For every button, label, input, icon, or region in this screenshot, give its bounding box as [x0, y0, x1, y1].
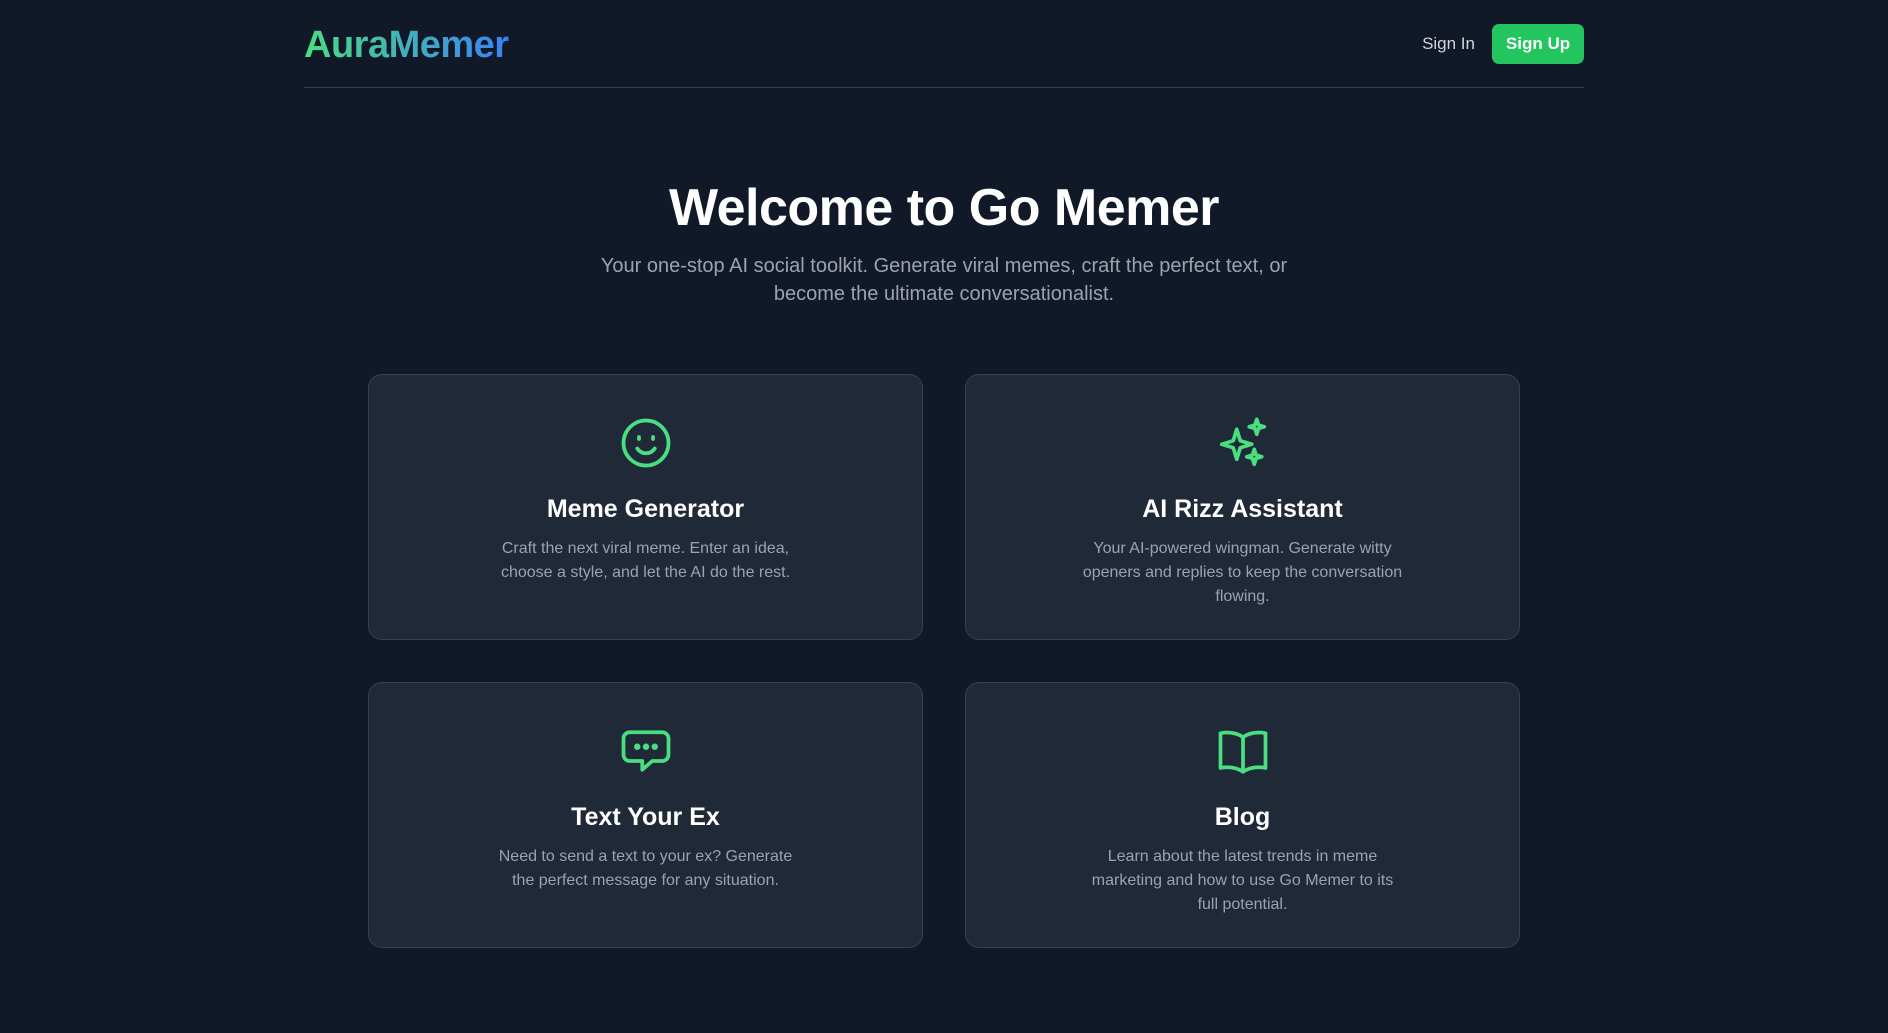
card-description: Your AI-powered wingman. Generate witty … [1082, 540, 1403, 606]
sign-in-button[interactable]: Sign In [1422, 34, 1475, 54]
sparkles-icon [1219, 417, 1266, 467]
hero-section: Welcome to Go Memer Your one-stop AI soc… [304, 88, 1584, 308]
chat-bubble-icon [621, 730, 670, 772]
card-text-your-ex[interactable]: Text Your Ex Need to send a text to your… [368, 682, 923, 949]
card-meme-generator[interactable]: Meme Generator Craft the next viral meme… [368, 374, 923, 641]
card-description: Need to send a text to your ex? Generate… [498, 848, 793, 890]
card-blog[interactable]: Blog Learn about the latest trends in me… [965, 682, 1520, 949]
site-header: AuraMemer Sign In Sign Up [304, 0, 1584, 88]
book-open-icon [1218, 730, 1267, 774]
card-description: Learn about the latest trends in meme ma… [1091, 848, 1394, 914]
card-title: AI Rizz Assistant [1142, 495, 1343, 524]
page-title: Welcome to Go Memer [668, 179, 1220, 237]
smile-icon [621, 418, 670, 468]
logo[interactable]: AuraMemer [304, 24, 509, 67]
card-ai-rizz-assistant[interactable]: AI Rizz Assistant Your AI-powered wingma… [965, 374, 1520, 641]
sign-up-button[interactable]: Sign Up [1492, 23, 1584, 64]
page-container: AuraMemer Sign In Sign Up Welcome to Go … [304, 0, 1584, 949]
page-subtitle: Your one-stop AI social toolkit. Generat… [600, 255, 1288, 306]
feature-grid: Meme Generator Craft the next viral meme… [368, 374, 1520, 949]
card-title: Text Your Ex [571, 803, 720, 832]
header-nav: Sign In Sign Up [1422, 23, 1584, 64]
card-description: Craft the next viral meme. Enter an idea… [500, 540, 791, 582]
card-title: Meme Generator [546, 495, 745, 524]
card-title: Blog [1214, 803, 1271, 832]
